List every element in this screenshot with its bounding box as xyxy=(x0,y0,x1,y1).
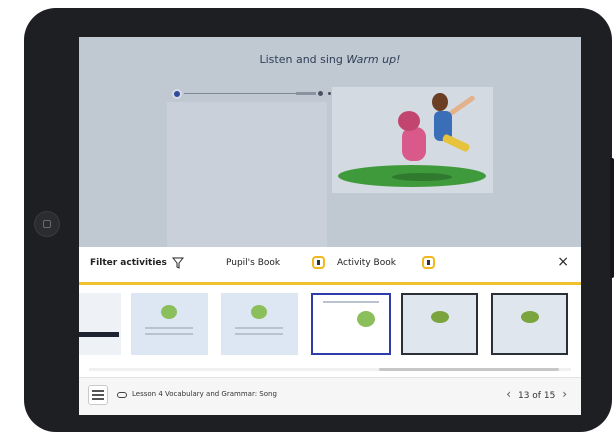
audio-player[interactable] xyxy=(172,89,342,99)
app-screen: Listen and sing Warm up! Filter activiti… xyxy=(79,37,581,415)
thumbnail-illustration xyxy=(161,305,177,319)
filter-toolbar: Filter activities Pupil's Book Activity … xyxy=(79,247,581,285)
activity-title-emphasis: Warm up! xyxy=(346,53,401,66)
dancing-children-illustration xyxy=(332,87,493,193)
activity-thumbnail[interactable] xyxy=(221,293,298,355)
activity-thumbnail-selected[interactable] xyxy=(311,293,391,355)
activities-panel: Filter activities Pupil's Book Activity … xyxy=(79,247,581,415)
funnel-icon[interactable] xyxy=(172,257,184,269)
thumbnail-bar xyxy=(79,332,119,337)
next-page-button[interactable]: › xyxy=(558,387,571,401)
activity-title: Listen and sing Warm up! xyxy=(79,53,581,66)
page-separator: of xyxy=(532,391,541,401)
book-icon[interactable] xyxy=(422,256,435,269)
lesson-title: Lesson 4 Vocabulary and Grammar: Song xyxy=(132,390,277,398)
audio-dot-icon xyxy=(328,92,331,95)
activity-thumbnails xyxy=(79,293,581,365)
thumbnail-scrollbar-thumb[interactable] xyxy=(379,368,559,371)
thumbnail-illustration xyxy=(521,311,539,323)
prev-page-button[interactable]: ‹ xyxy=(502,387,515,401)
menu-line xyxy=(92,398,104,400)
page-total: 15 xyxy=(543,391,556,401)
book-page-left xyxy=(167,102,327,247)
activity-thumbnail[interactable] xyxy=(131,293,208,355)
page-navigation: ‹ 13 of 15 › xyxy=(502,387,571,401)
menu-line xyxy=(92,390,104,392)
activity-page: Listen and sing Warm up! xyxy=(79,37,581,247)
lesson-footer: Lesson 4 Vocabulary and Grammar: Song ‹ … xyxy=(79,377,581,415)
link-icon xyxy=(117,392,127,398)
book-icon[interactable] xyxy=(312,256,325,269)
boy-arm xyxy=(448,94,476,117)
thumbnail-illustration xyxy=(431,311,449,323)
activity-thumbnail[interactable] xyxy=(401,293,478,355)
menu-line xyxy=(92,394,104,396)
boy-head xyxy=(432,93,448,111)
page-current: 13 xyxy=(517,391,530,401)
thumbnail-illustration xyxy=(357,311,375,327)
thumbnail-line xyxy=(145,327,193,329)
filter-activities-button[interactable]: Filter activities xyxy=(90,258,167,268)
activity-book-label[interactable]: Activity Book xyxy=(337,258,396,268)
audio-dot-icon xyxy=(318,91,323,96)
close-icon[interactable]: × xyxy=(557,254,569,270)
audio-play-icon[interactable] xyxy=(172,89,182,99)
thumbnail-illustration xyxy=(251,305,267,319)
audio-track[interactable] xyxy=(184,93,296,94)
tablet-side-button xyxy=(610,158,614,278)
pupils-book-label[interactable]: Pupil's Book xyxy=(226,258,280,268)
activity-thumbnail[interactable] xyxy=(79,293,121,355)
girl-figure xyxy=(402,127,426,161)
audio-progress xyxy=(296,92,316,95)
boy-leg xyxy=(441,133,471,153)
thumbnail-line xyxy=(235,333,283,335)
activity-title-text: Listen and sing xyxy=(259,53,343,66)
thumbnail-line xyxy=(145,333,193,335)
thumbnail-line xyxy=(235,327,283,329)
home-button[interactable] xyxy=(34,211,60,237)
thumbnail-line xyxy=(323,301,379,303)
girl-head xyxy=(398,111,420,131)
activity-thumbnail[interactable] xyxy=(491,293,568,355)
ground-shadow xyxy=(392,173,452,181)
menu-button[interactable] xyxy=(88,385,108,405)
